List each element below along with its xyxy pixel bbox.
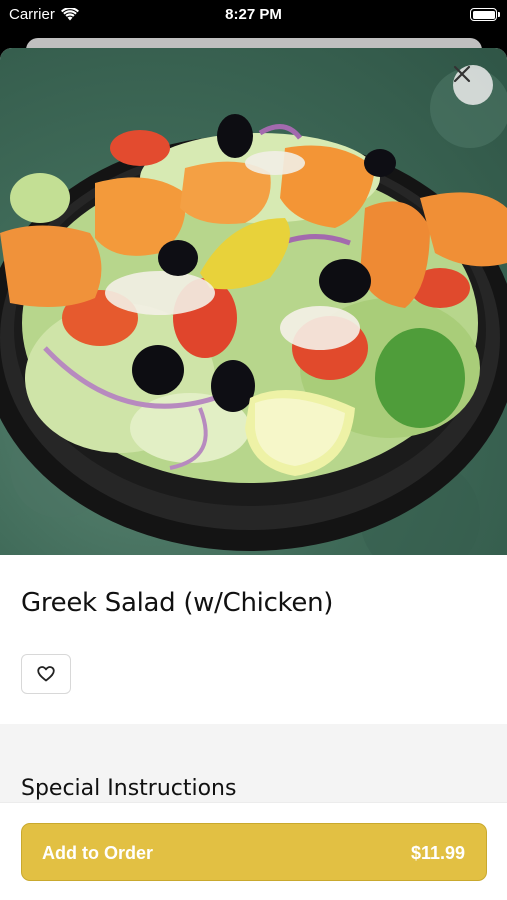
product-sheet: Greek Salad (w/Chicken) Special Instruct… — [0, 48, 507, 900]
status-bar: Carrier 8:27 PM — [0, 0, 507, 30]
close-icon — [453, 65, 471, 83]
salad-illustration — [0, 68, 507, 555]
status-time: 8:27 PM — [225, 6, 282, 23]
bottom-bar: Add to Order $11.99 — [0, 802, 507, 900]
product-title: Greek Salad (w/Chicken) — [21, 588, 334, 618]
special-instructions-label: Special Instructions — [21, 776, 237, 801]
battery-icon — [470, 8, 500, 21]
close-button[interactable] — [453, 65, 493, 105]
add-to-order-label: Add to Order — [42, 843, 153, 863]
add-to-order-button[interactable]: Add to Order $11.99 — [21, 823, 487, 881]
favorite-button[interactable] — [21, 654, 71, 694]
product-image — [0, 48, 507, 555]
order-price: $11.99 — [410, 843, 465, 863]
heart-icon — [37, 666, 55, 682]
